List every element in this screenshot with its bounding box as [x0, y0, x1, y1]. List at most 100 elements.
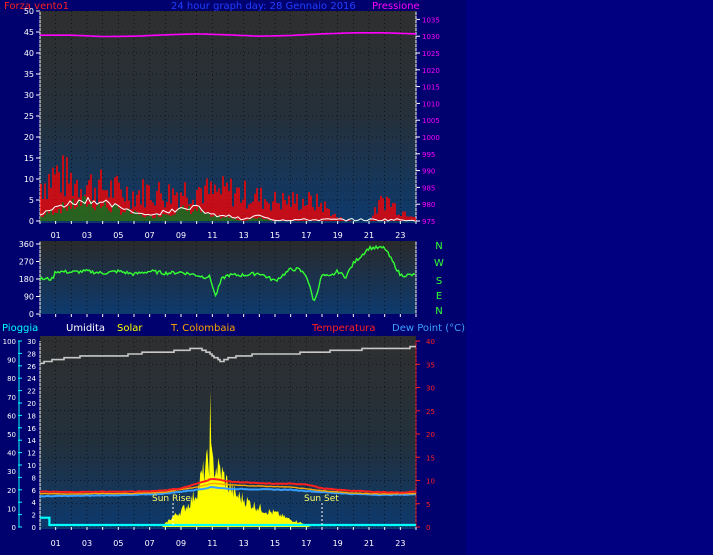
x-tick-label-temperature: 15 [270, 539, 280, 548]
dir-label-n-top: N [435, 241, 442, 252]
x-tick-label-wind: 19 [333, 231, 343, 240]
x-tick-label-temperature: 07 [145, 539, 155, 548]
legend-dewpoint: Dew Point (°C) [392, 323, 465, 334]
pressure-tick-label: 1020 [422, 67, 440, 75]
temperature-tick-label: 0 [426, 524, 430, 532]
rain-tick-label: 8 [32, 474, 36, 482]
x-tick-label-temperature: 21 [364, 539, 374, 548]
x-tick-label-wind: 23 [395, 231, 405, 240]
sunset-label: Sun Set [304, 494, 339, 504]
rain-tick-label: 6 [32, 487, 37, 495]
wind-tick-label: 50 [24, 7, 34, 16]
dir-label-s: S [436, 276, 442, 287]
chart-title: 24 hour graph day: 28 Gennaio 2016 [171, 1, 356, 12]
x-tick-label-wind: 03 [82, 231, 92, 240]
x-tick-label-wind: 21 [364, 231, 374, 240]
temperature-tick-label: 25 [426, 408, 435, 416]
pressure-tick-label: 990 [422, 168, 435, 176]
wind-tick-label: 30 [24, 91, 34, 100]
pressure-tick-label: 985 [422, 184, 435, 192]
humidity-tick-label: 50 [7, 431, 16, 439]
x-tick-label-wind: 13 [239, 231, 249, 240]
humidity-tick-label: 80 [7, 375, 16, 383]
rain-tick-label: 0 [32, 524, 36, 532]
pressure-tick-label: 1005 [422, 117, 440, 125]
rain-tick-label: 10 [27, 462, 36, 470]
x-tick-label-wind: 11 [207, 231, 217, 240]
x-tick-label-temperature: 19 [333, 539, 343, 548]
x-tick-label-wind: 07 [145, 231, 155, 240]
legend-temperature: Temperatura [311, 323, 376, 334]
rain-tick-label: 28 [27, 350, 36, 358]
pressure-tick-label: 1030 [422, 33, 440, 41]
wind-tick-label: 20 [24, 133, 34, 142]
wind-tick-label: 10 [24, 175, 34, 184]
humidity-tick-label: 60 [7, 412, 16, 420]
temperature-tick-label: 15 [426, 454, 435, 462]
temperature-tick-label: 35 [426, 361, 435, 369]
rain-tick-label: 18 [27, 412, 36, 420]
rain-tick-label: 14 [27, 437, 36, 445]
x-tick-label-temperature: 05 [113, 539, 123, 548]
weather-graph: Forza vento1 24 hour graph day: 28 Genna… [2, 1, 465, 548]
humidity-tick-label: 70 [7, 394, 16, 402]
x-tick-label-temperature: 11 [207, 539, 217, 548]
humidity-tick-label: 40 [7, 450, 16, 458]
direction-tick-label: 90 [24, 293, 34, 302]
rain-tick-label: 16 [27, 425, 36, 433]
temperature-tick-label: 5 [426, 501, 430, 509]
rain-tick-label: 12 [27, 450, 36, 458]
pressure-axis-title: Pressione [372, 1, 420, 12]
legend-rain: Pioggia [2, 323, 38, 334]
x-tick-label-wind: 01 [51, 231, 61, 240]
pressure-tick-label: 1015 [422, 84, 440, 92]
pressure-tick-label: 1025 [422, 50, 440, 58]
pressure-tick-label: 975 [422, 218, 435, 226]
legend-humidity: Umidita [66, 323, 105, 334]
legend-colombia: T. Colombaia [170, 323, 235, 334]
wind-tick-label: 40 [24, 49, 34, 58]
x-tick-label-wind: 15 [270, 231, 280, 240]
pressure-tick-label: 1035 [422, 16, 440, 24]
dir-label-e: E [436, 291, 442, 302]
x-tick-label-temperature: 03 [82, 539, 92, 548]
humidity-tick-label: 10 [7, 505, 16, 513]
direction-tick-label: 270 [19, 258, 34, 267]
humidity-tick-label: 100 [3, 338, 16, 346]
x-tick-label-temperature: 17 [301, 539, 311, 548]
humidity-tick-label: 20 [7, 487, 16, 495]
humidity-tick-label: 0 [12, 524, 16, 532]
direction-tick-label: 360 [19, 240, 34, 249]
x-tick-label-temperature: 09 [176, 539, 186, 548]
humidity-tick-label: 90 [7, 357, 16, 365]
x-tick-label-wind: 05 [113, 231, 123, 240]
direction-tick-label: 0 [29, 310, 34, 319]
dir-label-n-bottom: N [435, 306, 442, 317]
rain-tick-label: 22 [27, 388, 36, 396]
wind-tick-label: 35 [24, 70, 34, 79]
x-tick-label-temperature: 13 [239, 539, 249, 548]
direction-tick-label: 180 [19, 275, 34, 284]
wind-tick-label: 5 [29, 196, 34, 205]
rain-tick-label: 26 [27, 363, 36, 371]
x-tick-label-wind: 09 [176, 231, 186, 240]
rain-tick-label: 4 [32, 499, 37, 507]
x-tick-label-wind: 17 [301, 231, 311, 240]
legend-solar: Solar [117, 323, 143, 334]
wind-axis-title: Forza vento1 [4, 1, 69, 12]
rain-tick-label: 30 [27, 338, 36, 346]
wind-tick-label: 0 [29, 217, 34, 226]
sunrise-label: Sun Rise [152, 494, 191, 504]
rain-tick-label: 20 [27, 400, 36, 408]
dir-label-w: W [434, 258, 444, 269]
rain-tick-label: 24 [27, 375, 36, 383]
temperature-tick-label: 40 [426, 338, 435, 346]
wind-tick-label: 25 [24, 112, 34, 121]
pressure-tick-label: 995 [422, 151, 435, 159]
humidity-tick-label: 30 [7, 468, 16, 476]
pressure-tick-label: 1000 [422, 134, 440, 142]
wind-tick-label: 45 [24, 28, 34, 37]
pressure-tick-label: 980 [422, 201, 435, 209]
rain-tick-label: 2 [32, 512, 36, 520]
wind-tick-label: 15 [24, 154, 34, 163]
